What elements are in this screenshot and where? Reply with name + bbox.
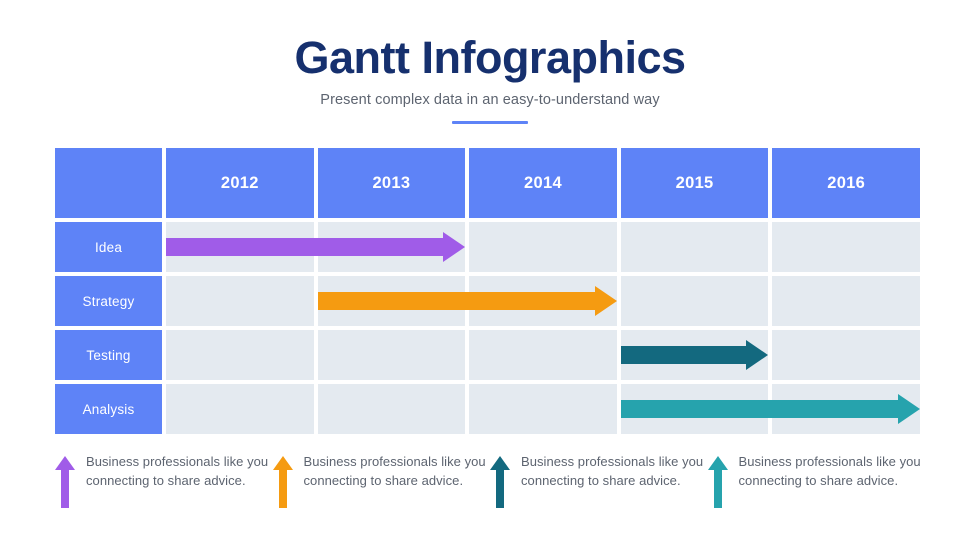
legend-item: Business professionals like you connecti… [490,452,708,508]
gantt-cell [469,330,617,380]
gantt-cell [317,330,466,380]
gantt-cell [166,276,314,326]
gantt-year-header: 2012 [166,148,314,218]
gantt-cell [166,330,314,380]
gantt-chart: 2012 2013 2014 2015 2016 Idea Strategy T… [55,148,920,434]
page-title: Gantt Infographics [294,32,686,83]
legend: Business professionals like you connecti… [55,452,925,508]
legend-item: Business professionals like you connecti… [55,452,273,508]
gantt-cell [166,222,314,272]
page-subtitle: Present complex data in an easy-to-under… [320,91,660,108]
gantt-year-header: 2015 [620,148,769,218]
gantt-task-row: Analysis [55,384,920,434]
gantt-cell [620,276,769,326]
gantt-cell [772,276,920,326]
gantt-cell [620,330,769,380]
gantt-cell [469,276,617,326]
accent-divider [452,120,528,124]
gantt-year-header: 2016 [772,148,920,218]
gantt-task-row: Testing [55,330,920,380]
legend-item: Business professionals like you connecti… [272,452,491,508]
gantt-cell [469,222,617,272]
up-arrow-icon [490,456,510,508]
legend-item-text: Business professionals like you connecti… [303,454,486,488]
legend-item-text: Business professionals like you connecti… [86,454,269,488]
gantt-year-header: 2013 [317,148,466,218]
gantt-task-label: Testing [55,330,162,380]
gantt-corner-cell [55,148,162,218]
legend-item-text: Business professionals like you connecti… [738,454,921,488]
gantt-task-label: Strategy [55,276,162,326]
gantt-cell [772,384,920,434]
gantt-cell [469,384,617,434]
gantt-cell [772,222,920,272]
gantt-task-row: Strategy [55,276,920,326]
gantt-cell [772,330,920,380]
gantt-cell [620,384,769,434]
slide-header: Gantt Infographics Present complex data … [0,32,980,124]
gantt-task-label: Analysis [55,384,162,434]
gantt-task-row: Idea [55,222,920,272]
gantt-cell [620,222,769,272]
gantt-cell [317,222,466,272]
gantt-cell [317,384,466,434]
gantt-cell [317,276,466,326]
up-arrow-icon [55,456,75,508]
gantt-header-row: 2012 2013 2014 2015 2016 [55,148,920,218]
up-arrow-icon [707,456,728,508]
legend-item-text: Business professionals like you connecti… [521,454,704,488]
legend-item: Business professionals like you connecti… [707,452,926,508]
gantt-cell [166,384,314,434]
slide-canvas: Gantt Infographics Present complex data … [0,0,980,551]
gantt-task-label: Idea [55,222,162,272]
gantt-year-header: 2014 [469,148,617,218]
up-arrow-icon [272,456,293,508]
